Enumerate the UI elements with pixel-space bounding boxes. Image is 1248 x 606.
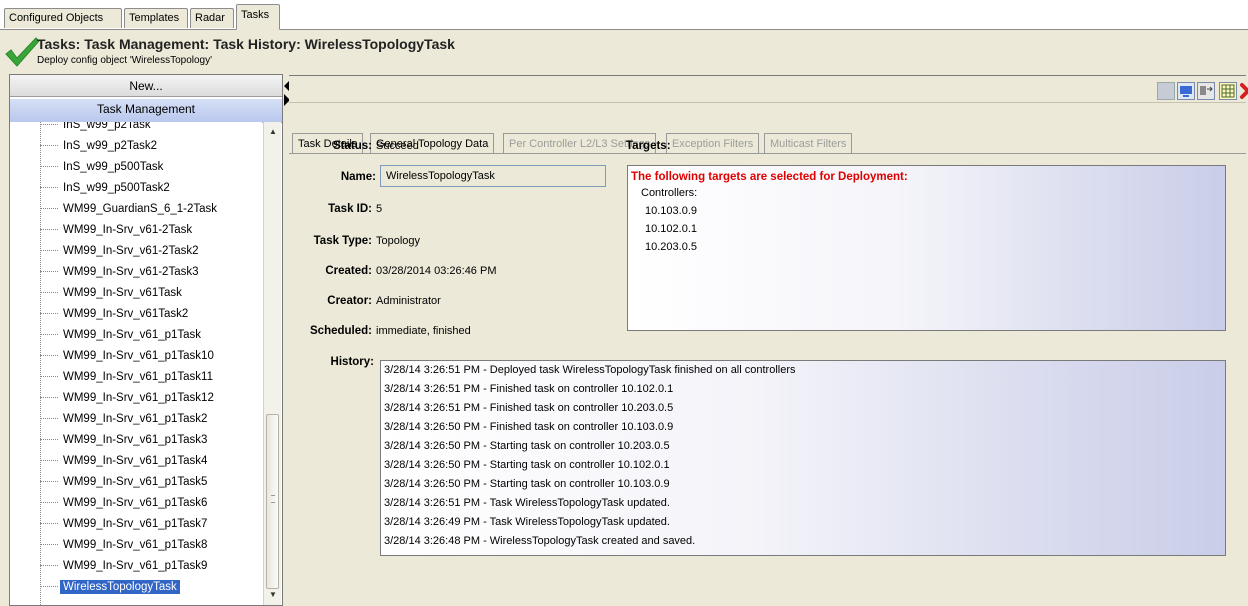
tree-item[interactable]: WM99_In-Srv_v61_p1Task12: [40, 388, 217, 409]
tab-templates[interactable]: Templates: [124, 8, 188, 28]
tree-item[interactable]: WM99_GuardianS_6_1-2Task: [40, 199, 220, 220]
history-line: 3/28/14 3:26:48 PM - WirelessTopologyTas…: [384, 535, 696, 547]
controller-item: 10.102.0.1: [645, 223, 697, 235]
tree-item[interactable]: WM99_In-Srv_v61Task: [40, 283, 185, 304]
tree-item[interactable]: InS_w99_p2Task2: [40, 136, 160, 157]
scroll-thumb[interactable]: [266, 414, 279, 589]
tab-configured-objects[interactable]: Configured Objects: [4, 8, 122, 28]
scroll-down-arrow-icon[interactable]: ▼: [269, 590, 277, 599]
status-value: Succeed: [376, 140, 419, 152]
tree-item[interactable]: WM99_In-Srv_v61_p1Task3: [40, 430, 210, 451]
task-tree: InS_w99_p2Task InS_w99_p2Task2 InS_w99_p50…: [10, 122, 262, 605]
tree-scrollbar[interactable]: ▲ ▼: [263, 122, 281, 605]
tree-item[interactable]: WM99_In-Srv_v61_p1Task: [40, 325, 204, 346]
history-label: History:: [330, 356, 374, 368]
creator-value: Administrator: [376, 295, 441, 307]
right-toolbar: [289, 75, 1248, 103]
tree-item[interactable]: WirelessTopologyTask: [40, 577, 180, 598]
tab-exception-filters: Exception Filters: [666, 133, 760, 153]
history-line: 3/28/14 3:26:51 PM - Task WirelessTopolo…: [384, 497, 670, 509]
scroll-up-arrow-icon[interactable]: ▲: [269, 127, 277, 136]
tree-item[interactable]: WM99_In-Srv_v61-2Task: [40, 220, 195, 241]
history-line: 3/28/14 3:26:50 PM - Finished task on co…: [384, 421, 674, 433]
history-line: 3/28/14 3:26:51 PM - Finished task on co…: [384, 383, 674, 395]
created-value: 03/28/2014 03:26:46 PM: [376, 265, 497, 277]
creator-label: Creator:: [327, 295, 372, 307]
tree-item[interactable]: WM99_In-Srv_v61_p1Task10: [40, 346, 217, 367]
scheduled-label: Scheduled:: [310, 325, 372, 337]
scheduled-value: immediate, finished: [376, 325, 471, 337]
controllers-heading: Controllers:: [641, 187, 698, 199]
monitor-icon[interactable]: [1177, 82, 1195, 100]
name-field[interactable]: WirelessTopologyTask: [380, 165, 606, 187]
tree-item[interactable]: WM99_In-Srv_v61-2Task3: [40, 262, 202, 283]
tree-item[interactable]: WM99_In-Srv_v61_p1Task6: [40, 493, 210, 514]
name-label: Name:: [340, 171, 376, 183]
tree-item[interactable]: WM99_In-Srv_v61_p1Task5: [40, 472, 210, 493]
tasktype-value: Topology: [376, 235, 421, 247]
controller-item: 10.103.0.9: [645, 205, 697, 217]
grid-icon[interactable]: [1219, 82, 1237, 100]
targets-label: Targets:: [626, 140, 671, 152]
export-icon[interactable]: [1197, 82, 1215, 100]
controller-item: 10.203.0.5: [645, 241, 697, 253]
tab-radar[interactable]: Radar: [190, 8, 234, 28]
history-line: 3/28/14 3:26:49 PM - Task WirelessTopolo…: [384, 516, 670, 528]
page-header: Tasks: Task Management: Task History: Wi…: [0, 30, 1248, 72]
top-tab-strip: Configured Objects Templates Radar Tasks: [0, 0, 1248, 30]
created-label: Created:: [325, 265, 372, 277]
tree-item[interactable]: WM99_In-Srv_v61_p1Task2: [40, 409, 210, 430]
tree-item[interactable]: InS_w99_p500Task2: [40, 178, 173, 199]
page-subtitle: Deploy config object 'WirelessTopology': [37, 55, 213, 66]
status-label: Status:: [333, 140, 372, 152]
page-title: Tasks: Task Management: Task History: Wi…: [37, 36, 455, 52]
history-line: 3/28/14 3:26:51 PM - Finished task on co…: [384, 402, 674, 414]
history-box: 3/28/14 3:26:51 PM - Deployed task Wirel…: [380, 360, 1226, 556]
close-icon[interactable]: [1239, 82, 1248, 100]
save-icon[interactable]: [1157, 82, 1175, 100]
tree-item[interactable]: WM99_In-Srv_v61_p1Task8: [40, 535, 210, 556]
taskid-value: 5: [376, 203, 383, 215]
tree-item[interactable]: WM99_In-Srv_v61_p1Task9: [40, 556, 210, 577]
taskid-label: Task ID:: [328, 203, 372, 215]
targets-box: The following targets are selected for D…: [627, 165, 1226, 331]
success-check-icon: [5, 37, 40, 67]
tree-item[interactable]: WM99_In-Srv_v61_p1Task4: [40, 451, 210, 472]
tab-multicast-filters: Multicast Filters: [764, 133, 853, 153]
left-panel: New... Task Management InS_w99_p2Task InS…: [9, 74, 283, 606]
history-line: 3/28/14 3:26:50 PM - Starting task on co…: [384, 478, 670, 490]
history-line: 3/28/14 3:26:51 PM - Deployed task Wirel…: [384, 364, 796, 376]
tasktype-label: Task Type:: [313, 235, 372, 247]
tree-item[interactable]: WM99_In-Srv_v61Task2: [40, 304, 191, 325]
tab-tasks[interactable]: Tasks: [236, 4, 280, 30]
history-line: 3/28/14 3:26:50 PM - Starting task on co…: [384, 440, 670, 452]
tree-item[interactable]: WM99_In-Srv_v61_p1Task11: [40, 367, 216, 388]
history-line: 3/28/14 3:26:50 PM - Starting task on co…: [384, 459, 670, 471]
task-management-bar[interactable]: Task Management: [10, 99, 282, 123]
tree-item[interactable]: WM99_In-Srv_v61-2Task2: [40, 241, 202, 262]
tree-item[interactable]: InS_w99_p500Task: [40, 157, 166, 178]
tree-item[interactable]: InS_w99_p2Task: [40, 122, 154, 136]
new-button[interactable]: New...: [10, 75, 282, 97]
targets-title: The following targets are selected for D…: [631, 171, 908, 183]
tree-item[interactable]: WM99_In-Srv_v61_p1Task7: [40, 514, 210, 535]
